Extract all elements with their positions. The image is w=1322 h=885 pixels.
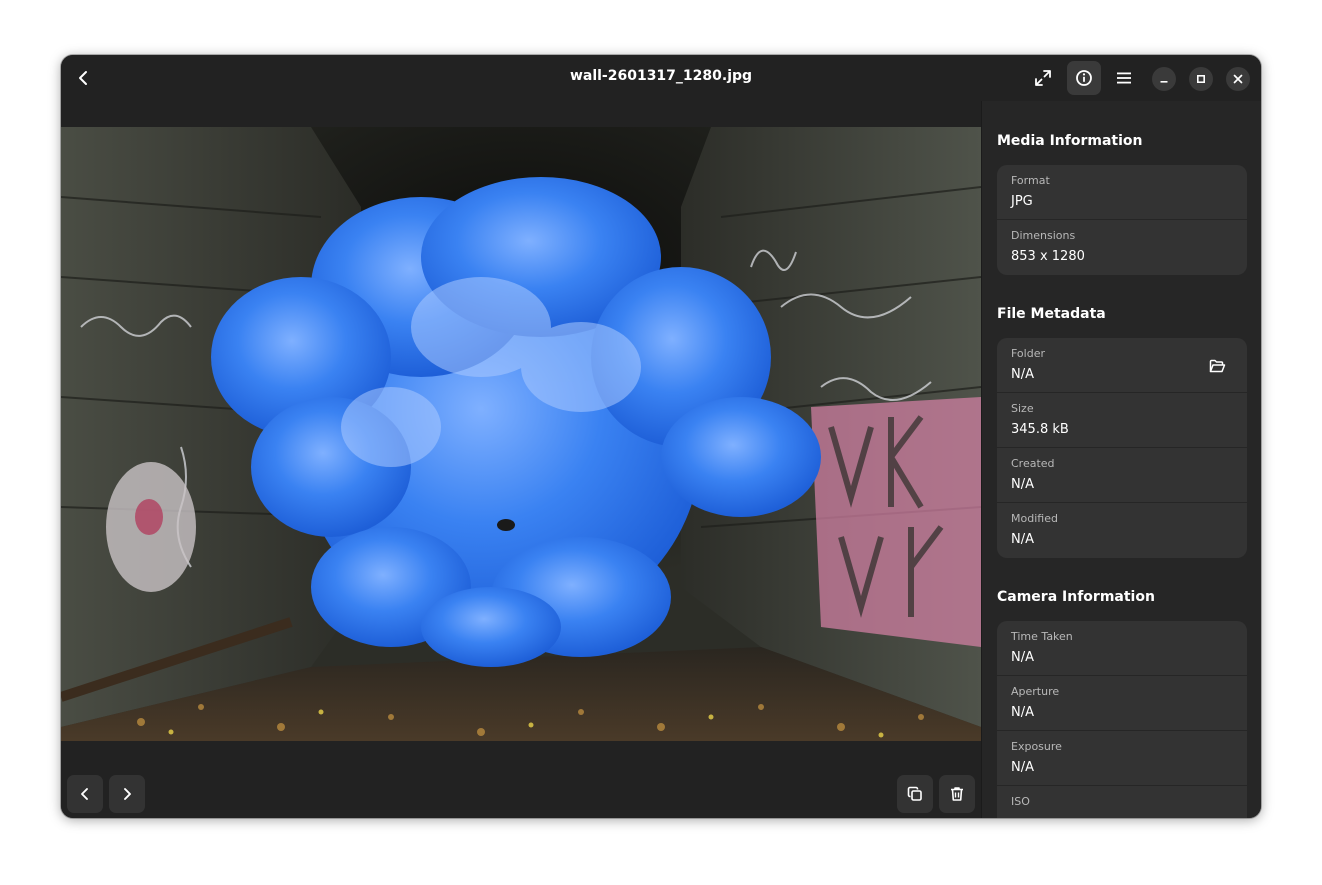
exposure-value: N/A [1011, 760, 1034, 775]
camera-information-title: Camera Information [997, 589, 1155, 605]
iso-label: ISO [1011, 795, 1030, 808]
time-taken-label: Time Taken [1011, 630, 1073, 643]
photo [61, 127, 981, 741]
media-information-title: Media Information [997, 133, 1143, 149]
hamburger-menu-icon [1117, 72, 1131, 84]
folder-row: Folder N/A [997, 338, 1247, 393]
minimize-button[interactable] [1152, 67, 1176, 91]
format-label: Format [1011, 174, 1050, 187]
close-icon [1233, 74, 1243, 84]
chevron-right-icon [124, 788, 131, 800]
created-row: Created N/A [997, 448, 1247, 503]
aperture-label: Aperture [1011, 685, 1060, 698]
dimensions-value: 853 x 1280 [1011, 249, 1085, 264]
camera-information-card: Time Taken N/A Aperture N/A Exposure N/A… [997, 621, 1247, 818]
minimize-icon [1160, 81, 1168, 83]
info-icon [1076, 70, 1092, 86]
file-metadata-card: Folder N/A Size 345.8 kB Created N/A Mod… [997, 338, 1247, 558]
file-metadata-title: File Metadata [997, 306, 1106, 322]
size-label: Size [1011, 402, 1034, 415]
dimensions-row: Dimensions 853 x 1280 [997, 220, 1247, 275]
copy-icon [907, 786, 922, 801]
fullscreen-icon [1035, 70, 1051, 86]
aperture-value: N/A [1011, 705, 1034, 720]
open-folder-button[interactable] [1207, 356, 1227, 376]
iso-row: ISO [997, 786, 1247, 818]
image-viewer-window: wall-2601317_1280.jpg Media Information … [61, 55, 1261, 818]
info-toggle-button[interactable] [1067, 61, 1101, 95]
exposure-row: Exposure N/A [997, 731, 1247, 786]
maximize-icon [1196, 74, 1206, 84]
close-button[interactable] [1226, 67, 1250, 91]
next-image-button[interactable] [109, 775, 145, 813]
time-taken-value: N/A [1011, 650, 1034, 665]
folder-value: N/A [1011, 367, 1034, 382]
copy-button[interactable] [897, 775, 933, 813]
size-row: Size 345.8 kB [997, 393, 1247, 448]
folder-open-icon [1209, 359, 1225, 372]
fullscreen-button[interactable] [1026, 61, 1060, 95]
main-menu-button[interactable] [1107, 61, 1141, 95]
created-value: N/A [1011, 477, 1034, 492]
dimensions-label: Dimensions [1011, 229, 1076, 242]
chevron-left-icon [81, 788, 88, 800]
trash-icon [951, 787, 963, 801]
format-value: JPG [1011, 194, 1033, 209]
delete-button[interactable] [939, 775, 975, 813]
aperture-row: Aperture N/A [997, 676, 1247, 731]
modified-value: N/A [1011, 532, 1034, 547]
created-label: Created [1011, 457, 1055, 470]
modified-row: Modified N/A [997, 503, 1247, 558]
size-value: 345.8 kB [1011, 422, 1069, 437]
format-row: Format JPG [997, 165, 1247, 220]
modified-label: Modified [1011, 512, 1058, 525]
properties-sidebar[interactable]: Media Information Format JPG Dimensions … [981, 101, 1261, 818]
header-bar: wall-2601317_1280.jpg [61, 55, 1261, 101]
media-information-card: Format JPG Dimensions 853 x 1280 [997, 165, 1247, 275]
maximize-button[interactable] [1189, 67, 1213, 91]
image-viewer-area[interactable] [61, 101, 981, 818]
previous-image-button[interactable] [67, 775, 103, 813]
folder-label: Folder [1011, 347, 1045, 360]
time-taken-row: Time Taken N/A [997, 621, 1247, 676]
exposure-label: Exposure [1011, 740, 1062, 753]
